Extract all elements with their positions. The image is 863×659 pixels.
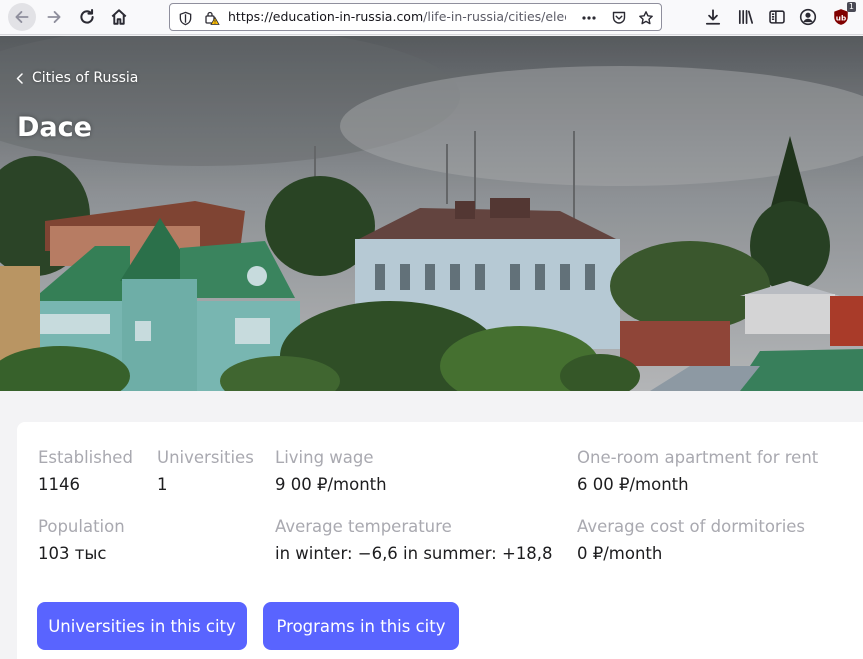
ublock-origin-icon[interactable]: ub 1 — [828, 2, 856, 29]
bookmark-star-icon[interactable] — [637, 9, 655, 27]
programs-in-city-button[interactable]: Programs in this city — [263, 602, 459, 650]
breadcrumb[interactable]: Cities of Russia — [15, 70, 138, 86]
universities-in-city-button[interactable]: Universities in this city — [37, 602, 247, 650]
fact-label: Living wage — [275, 448, 374, 467]
extension-badge: 1 — [846, 2, 856, 12]
fact-living-wage: Living wage 9 00 ₽/month — [275, 448, 387, 494]
reload-icon[interactable] — [74, 5, 100, 29]
chevron-left-icon — [16, 72, 23, 84]
fact-value: 1146 — [38, 475, 80, 494]
download-icon[interactable] — [700, 5, 726, 29]
fact-value: in winter: −6,6 in summer: +18,8 — [275, 544, 553, 563]
page-title: Dace — [17, 112, 92, 143]
page-actions-icon[interactable] — [580, 9, 598, 27]
fact-value: 9 00 ₽/month — [275, 475, 387, 494]
fact-label: Population — [38, 517, 125, 536]
fact-established: Established 1146 — [38, 448, 133, 494]
city-photo — [0, 36, 863, 391]
fact-temperature: Average temperature in winter: −6,6 in s… — [275, 517, 553, 563]
shield-icon[interactable] — [176, 9, 194, 27]
insecure-lock-warning-icon[interactable] — [203, 9, 221, 27]
fact-value: 0 ₽/month — [577, 544, 663, 563]
browser-toolbar: https://education-in-russia.com/life-in-… — [0, 0, 863, 35]
fact-dormitories: Average cost of dormitories 0 ₽/month — [577, 517, 805, 563]
fact-label: Universities — [157, 448, 254, 467]
fact-population: Population 103 тыс — [38, 517, 125, 563]
library-icon[interactable] — [733, 5, 759, 29]
fact-value: 103 тыс — [38, 544, 107, 563]
breadcrumb-link[interactable]: Cities of Russia — [32, 70, 138, 86]
fact-label: One-room apartment for rent — [577, 448, 819, 467]
fact-value: 1 — [157, 475, 168, 494]
pocket-icon[interactable] — [610, 9, 628, 27]
sidebar-icon[interactable] — [764, 5, 790, 29]
svg-text:ub: ub — [836, 13, 846, 22]
forward-icon[interactable] — [41, 5, 67, 29]
fact-label: Average cost of dormitories — [577, 517, 806, 536]
address-bar[interactable]: https://education-in-russia.com/life-in-… — [169, 3, 662, 31]
fact-label: Established — [38, 448, 133, 467]
home-icon[interactable] — [106, 5, 132, 29]
fact-universities: Universities 1 — [157, 448, 254, 494]
account-icon[interactable] — [795, 5, 821, 29]
fact-label: Average temperature — [275, 517, 452, 536]
fact-rent: One-room apartment for rent 6 00 ₽/month — [577, 448, 818, 494]
city-hero: Cities of Russia Dace — [0, 36, 863, 391]
fact-value: 6 00 ₽/month — [577, 475, 689, 494]
city-facts-card: Established 1146 Universities 1 Living w… — [17, 422, 863, 659]
url-text[interactable]: https://education-in-russia.com/life-in-… — [228, 9, 566, 24]
back-icon[interactable] — [8, 3, 36, 31]
